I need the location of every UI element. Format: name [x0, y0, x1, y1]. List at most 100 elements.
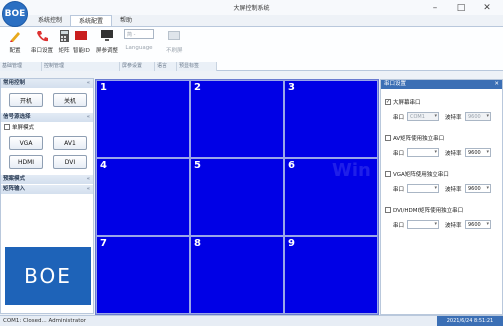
av-baud-dropdown[interactable]: 9600 ▾ [465, 148, 491, 157]
red-card-icon [74, 29, 88, 43]
maximize-button[interactable]: □ [450, 1, 472, 14]
left-panel: 常用控制 « 开机 关机 信号源选择 « 单屏模式 VGA AV1 HDMI DVI… [0, 78, 94, 314]
checkbox-checked[interactable]: ✓ [385, 99, 391, 105]
section-title: 预案模式 [3, 176, 26, 182]
ribbon-tabs: 系统控制 系统配置 帮助 [30, 15, 140, 26]
vga-baud-dropdown[interactable]: 9600 ▾ [465, 184, 491, 193]
baud-dropdown[interactable]: 9600 ▾ [465, 112, 491, 121]
dvi-matrix-label: DVI/HDMI矩阵使用独立串口 [393, 208, 464, 214]
no-refresh-button[interactable]: 不刷屏 [166, 29, 183, 54]
baud-label: 波特率 [445, 186, 462, 193]
minimize-button[interactable]: – [424, 1, 446, 14]
dvi-serial-dropdown[interactable]: ▾ [407, 220, 439, 229]
chevron-down-icon: ▾ [486, 113, 489, 119]
av-serial-dropdown[interactable]: ▾ [407, 148, 439, 157]
big-screen-serial-row[interactable]: ✓ 大屏幕串口 [385, 98, 421, 106]
screen-icon [167, 29, 181, 43]
calculator-icon [57, 29, 71, 43]
collapse-icon: « [86, 186, 90, 192]
screen-cell[interactable]: 3 [284, 80, 378, 158]
power-on-button[interactable]: 开机 [9, 93, 43, 107]
serial-label: 串口 [393, 222, 405, 229]
serial-settings-panel: 串口设置 ✕ ✓ 大屏幕串口 串口 COM1 ▾ 波特率 9600 ▾ AV矩阵使用… [380, 79, 503, 315]
checkbox[interactable] [385, 171, 391, 177]
av-matrix-row[interactable]: AV矩阵使用独立串口 [385, 134, 444, 142]
chevron-down-icon: ▾ [434, 185, 437, 191]
serial-settings-header: 串口设置 ✕ [381, 80, 502, 89]
serial-port-dropdown[interactable]: COM1 ▾ [407, 112, 439, 121]
chevron-down-icon: ▾ [486, 221, 489, 227]
screen-params-label: 屏参调整 [96, 48, 119, 54]
tab-system-config[interactable]: 系统配置 [70, 15, 113, 26]
screen-grid: 1 2 3 4 5 6 7 8 9 [95, 79, 379, 315]
vga-serial-dropdown[interactable]: ▾ [407, 184, 439, 193]
screen-cell[interactable]: 9 [284, 236, 378, 314]
collapse-icon: « [86, 176, 90, 182]
source-hdmi-button[interactable]: HDMI [9, 155, 43, 169]
collapse-icon: « [86, 80, 90, 86]
single-screen-mode-label: 单屏模式 [12, 125, 35, 131]
section-preset-mode[interactable]: 预案模式 « [1, 175, 93, 184]
tab-system-control[interactable]: 系统控制 [30, 15, 70, 26]
serial-label: 串口 [393, 150, 405, 157]
group-control: 控制管理 [42, 62, 120, 71]
screen-params-button[interactable]: 屏参调整 [96, 29, 118, 54]
chevron-down-icon: ▾ [486, 149, 489, 155]
section-signal-source[interactable]: 信号源选择 « [1, 113, 93, 122]
section-matrix-input[interactable]: 矩阵输入 « [1, 185, 93, 194]
chevron-down-icon: ▾ [486, 185, 489, 191]
matrix-label: 矩阵 [58, 48, 70, 54]
language-control[interactable]: 简 - Language [124, 29, 154, 51]
big-screen-serial-label: 大屏幕串口 [393, 100, 421, 106]
serial-settings-label: 串口设置 [31, 48, 54, 54]
screen-cell[interactable]: 8 [190, 236, 284, 314]
smart-id-label: 智能ID [73, 48, 90, 54]
tab-help[interactable]: 帮助 [112, 15, 140, 26]
os-watermark: Win [332, 160, 371, 181]
checkbox[interactable] [385, 135, 391, 141]
matrix-button[interactable]: 矩阵 [57, 29, 71, 54]
vga-matrix-fields: 串口 ▾ 波特率 9600 ▾ [393, 184, 491, 193]
group-basic: 基础管理 [0, 62, 42, 71]
baud-label: 波特率 [445, 222, 462, 229]
av-matrix-label: AV矩阵使用独立串口 [393, 136, 445, 142]
screen-cell[interactable]: 2 [190, 80, 284, 158]
ribbon-group-labels: 基础管理 控制管理 屏参设置 语言 预显标签 [0, 62, 503, 71]
screen-cell[interactable]: 5 [190, 158, 284, 236]
close-button[interactable]: ✕ [476, 1, 498, 14]
serial-settings-button[interactable]: 串口设置 [31, 29, 53, 54]
smart-id-button[interactable]: 智能ID [73, 29, 90, 54]
screen-cell[interactable]: 7 [96, 236, 190, 314]
screen-cell[interactable]: 1 [96, 80, 190, 158]
language-value: 简 - [127, 31, 136, 38]
panel-title: 串口设置 [384, 81, 407, 87]
ribbon: 配置 串口设置 矩阵 智能ID 屏参调整 简 - Language 不刷屏 基础… [0, 26, 503, 71]
source-av1-button[interactable]: AV1 [53, 136, 87, 150]
app-logo[interactable]: BOE [2, 1, 28, 27]
vga-matrix-label: VGA矩阵使用独立串口 [393, 172, 449, 178]
group-screen-params: 屏参设置 [120, 62, 155, 71]
dvi-matrix-row[interactable]: DVI/HDMI矩阵使用独立串口 [385, 206, 463, 214]
checkbox[interactable] [4, 124, 10, 130]
source-dvi-button[interactable]: DVI [53, 155, 87, 169]
vga-matrix-row[interactable]: VGA矩阵使用独立串口 [385, 170, 449, 178]
checkbox[interactable] [385, 207, 391, 213]
screen-cell[interactable]: 4 [96, 158, 190, 236]
pin-icon[interactable]: ✕ [494, 80, 499, 89]
section-title: 信号源选择 [3, 114, 31, 120]
group-preview: 预显标签 [177, 62, 217, 71]
power-off-button[interactable]: 关机 [53, 93, 87, 107]
section-title: 矩阵输入 [3, 186, 26, 192]
baud-label: 波特率 [445, 150, 462, 157]
baud-label: 波特率 [445, 114, 462, 121]
serial-label: 串口 [393, 186, 405, 193]
single-screen-mode-row[interactable]: 单屏模式 [4, 123, 34, 131]
dvi-baud-dropdown[interactable]: 9600 ▾ [465, 220, 491, 229]
serial-port-value: COM1 [410, 113, 425, 120]
source-vga-button[interactable]: VGA [9, 136, 43, 150]
language-dropdown[interactable]: 简 - [124, 29, 154, 39]
config-button[interactable]: 配置 [8, 29, 22, 54]
section-common-control[interactable]: 常用控制 « [1, 79, 93, 88]
title-bar: 大屏控制系统 – □ ✕ [0, 0, 503, 15]
pencil-icon [8, 29, 22, 43]
